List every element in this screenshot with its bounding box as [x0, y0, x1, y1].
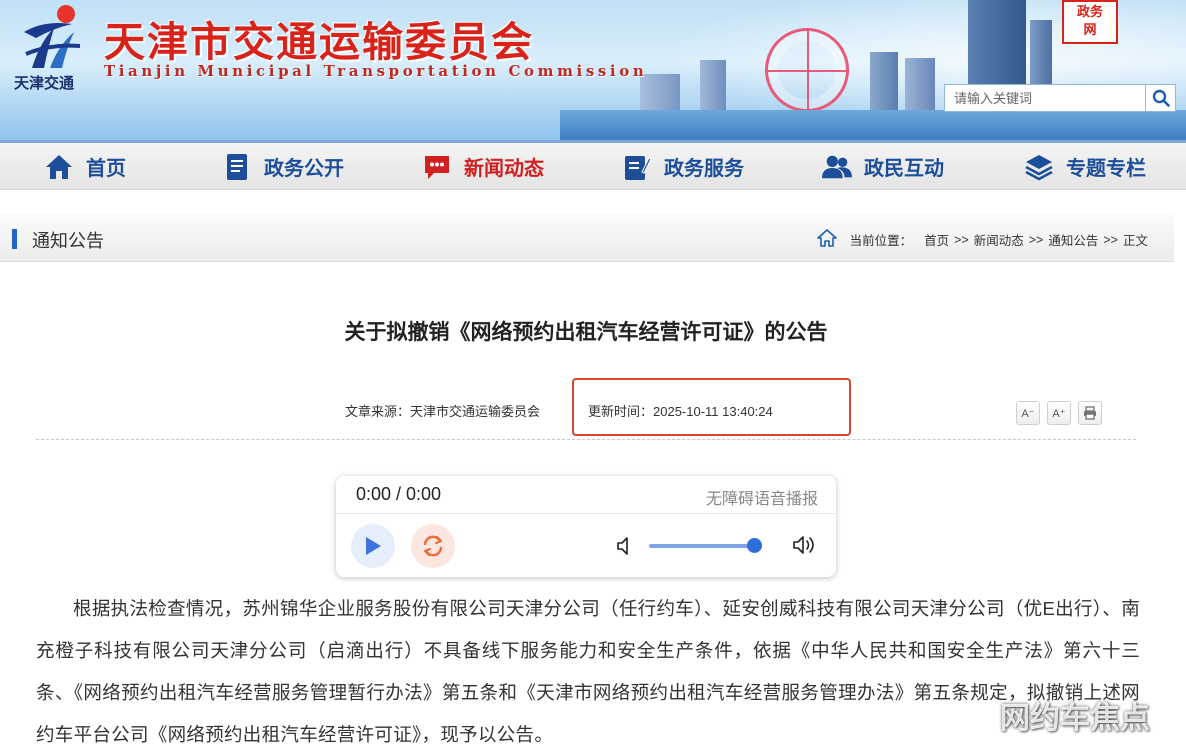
article-body: 根据执法检查情况，苏州锦华企业服务股份有限公司天津分公司（任行约车）、延安创威科…	[36, 598, 1140, 745]
breadcrumb-prefix: 当前位置：	[849, 234, 913, 248]
section-marker	[12, 229, 17, 249]
breadcrumb-news[interactable]: 新闻动态	[974, 230, 1024, 249]
nav-item-home[interactable]: 首页	[44, 143, 126, 190]
article-updated-time: 更新时间：2025-10-11 13:40:24	[588, 404, 773, 419]
main-nav: 首页 政务公开 新闻动态 政务服务 政民互动 专题专栏	[0, 140, 1186, 190]
site-subtitle: Tianjin Municipal Transportation Commiss…	[104, 62, 648, 80]
font-smaller-label: A⁻	[1021, 407, 1035, 420]
volume-fill	[649, 544, 754, 548]
home-icon	[44, 152, 74, 182]
nav-label: 新闻动态	[464, 158, 544, 180]
player-label: 无障碍语音播报	[705, 491, 818, 508]
nav-label: 政务公开	[264, 158, 344, 180]
breadcrumb-separator: >>	[1028, 232, 1044, 247]
nav-label: 政民互动	[864, 158, 944, 180]
nav-item-gov-affairs[interactable]: 政务公开	[222, 143, 344, 190]
article-source: 文章来源：天津市交通运输委员会	[345, 404, 541, 419]
print-button[interactable]	[1078, 401, 1102, 425]
breadcrumb-home[interactable]: 首页	[924, 230, 949, 249]
font-larger-label: A⁺	[1052, 407, 1066, 420]
document-icon	[222, 152, 252, 182]
nav-item-interaction[interactable]: 政民互动	[822, 143, 944, 190]
breadcrumb-notices[interactable]: 通知公告	[1048, 230, 1098, 249]
player-time: 0:00 / 0:00	[356, 484, 442, 504]
banner-river	[560, 110, 1186, 140]
gov-website-badge[interactable]: 政务 网	[1062, 0, 1118, 44]
print-icon	[1084, 406, 1096, 420]
volume-handle[interactable]	[746, 538, 762, 553]
volume-slider[interactable]	[649, 538, 762, 553]
section-header: 通知公告 当前位置： 首页 >> 新闻动态 >> 通知公告 >> 正文	[0, 214, 1174, 262]
city-skyline-building	[905, 58, 935, 112]
home-outline-icon[interactable]	[816, 228, 838, 251]
font-smaller-button[interactable]: A⁻	[1016, 401, 1040, 425]
breadcrumb-separator: >>	[954, 232, 969, 247]
city-skyline-building	[700, 60, 726, 112]
breadcrumb-current: 正文	[1122, 234, 1148, 248]
mute-icon[interactable]	[616, 536, 632, 560]
search-input[interactable]	[945, 85, 1145, 111]
logo-emblem-icon	[24, 5, 81, 68]
logo-text: 天津交通	[14, 74, 75, 92]
nav-item-gov-services[interactable]: 政务服务	[622, 143, 744, 190]
chat-icon	[422, 152, 452, 182]
nav-label: 首页	[86, 158, 126, 180]
ferris-wheel-illustration	[765, 28, 849, 112]
nav-label: 专题专栏	[1066, 158, 1146, 180]
site-title: 天津市交通运输委员会	[104, 18, 534, 66]
city-skyline-building	[870, 52, 898, 112]
nav-label: 政务服务	[664, 158, 744, 180]
nav-item-special-topics[interactable]: 专题专栏	[1024, 143, 1146, 190]
section-title: 通知公告	[32, 231, 104, 251]
audio-player: 0:00 / 0:00 无障碍语音播报	[336, 476, 836, 577]
player-divider	[336, 513, 836, 514]
layers-icon	[1024, 152, 1054, 182]
edit-icon	[622, 152, 652, 182]
search-icon	[1152, 89, 1170, 107]
search-box	[944, 84, 1176, 112]
loop-icon	[423, 535, 443, 557]
users-icon	[822, 152, 852, 182]
loop-button[interactable]	[411, 524, 455, 568]
article-title: 关于拟撤销《网络预约出租汽车经营许可证》的公告	[344, 321, 828, 344]
breadcrumb: 当前位置： 首页 >> 新闻动态 >> 通知公告 >> 正文	[816, 228, 1148, 251]
play-button[interactable]	[351, 524, 395, 568]
meta-divider	[36, 439, 1136, 440]
gov-badge-text: 政务 网	[1076, 5, 1103, 38]
watermark: 网约车焦点	[1000, 702, 1150, 735]
site-banner: 天津交通 天津市交通运输委员会 Tianjin Municipal Transp…	[0, 0, 1186, 140]
search-button[interactable]	[1145, 85, 1175, 111]
breadcrumb-separator: >>	[1103, 232, 1118, 247]
font-larger-button[interactable]: A⁺	[1047, 401, 1071, 425]
play-icon	[366, 537, 381, 555]
volume-icon[interactable]	[792, 534, 818, 560]
nav-item-news[interactable]: 新闻动态	[422, 143, 544, 190]
